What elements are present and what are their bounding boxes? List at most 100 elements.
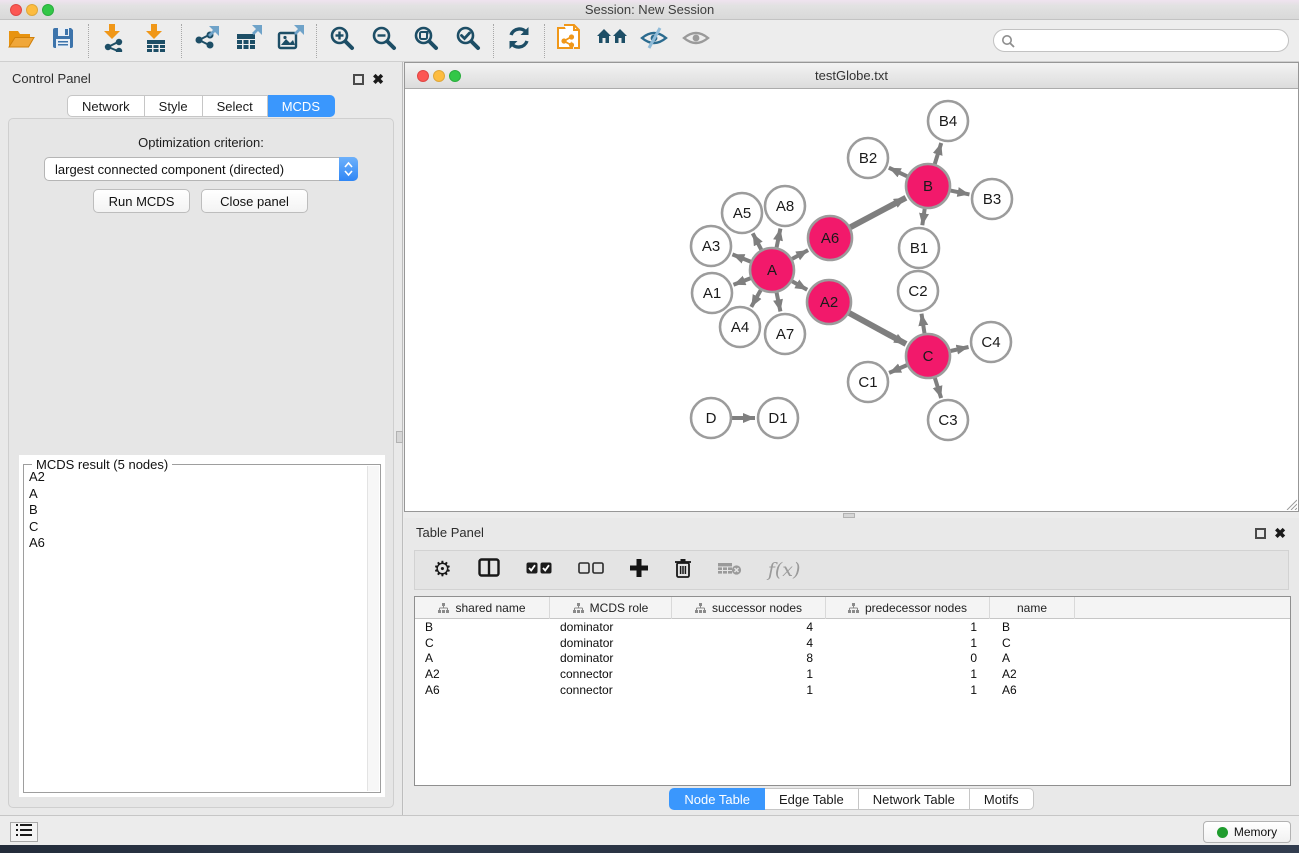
cell-name[interactable]: C bbox=[990, 636, 1075, 650]
cell-MCDS-role[interactable]: dominator bbox=[550, 620, 672, 634]
tab-network[interactable]: Network bbox=[67, 95, 145, 117]
cell-predecessor-nodes[interactable]: 1 bbox=[826, 683, 990, 697]
cell-predecessor-nodes[interactable]: 1 bbox=[826, 636, 990, 650]
zoom-in-button[interactable] bbox=[321, 24, 363, 58]
export-table-button[interactable] bbox=[228, 24, 270, 58]
edge-B-B3[interactable] bbox=[951, 191, 970, 195]
tab-style[interactable]: Style bbox=[145, 95, 203, 117]
table-row[interactable]: Adominator80A bbox=[415, 650, 1290, 666]
mcds-result-item[interactable]: C bbox=[26, 519, 366, 536]
node-C4[interactable]: C4 bbox=[971, 322, 1011, 362]
column-header-predecessor-nodes[interactable]: predecessor nodes bbox=[826, 597, 990, 619]
mcds-result-item[interactable]: B bbox=[26, 502, 366, 519]
edge-C-C3[interactable] bbox=[935, 378, 941, 398]
cell-name[interactable]: B bbox=[990, 620, 1075, 634]
node-A5[interactable]: A5 bbox=[722, 193, 762, 233]
table-row[interactable]: A2connector11A2 bbox=[415, 666, 1290, 682]
node-B3[interactable]: B3 bbox=[972, 179, 1012, 219]
edge-B-B4[interactable] bbox=[935, 143, 941, 164]
cell-MCDS-role[interactable]: dominator bbox=[550, 636, 672, 650]
edge-A2-C[interactable] bbox=[849, 313, 906, 344]
float-panel-icon[interactable] bbox=[353, 74, 364, 85]
refresh-layout-button[interactable] bbox=[498, 24, 540, 58]
cell-MCDS-role[interactable]: connector bbox=[550, 667, 672, 681]
table-row[interactable]: A6connector11A6 bbox=[415, 682, 1290, 698]
edge-B-B2[interactable] bbox=[889, 168, 907, 177]
tab-edge-table[interactable]: Edge Table bbox=[765, 788, 859, 810]
node-A6[interactable]: A6 bbox=[808, 216, 852, 260]
node-B[interactable]: B bbox=[906, 164, 950, 208]
column-header-shared-name[interactable]: shared name bbox=[415, 597, 550, 619]
node-A3[interactable]: A3 bbox=[691, 226, 731, 266]
column-header-successor-nodes[interactable]: successor nodes bbox=[672, 597, 826, 619]
select-all-button[interactable] bbox=[526, 561, 552, 579]
edge-A-A6[interactable] bbox=[792, 250, 808, 259]
network-window-titlebar[interactable]: testGlobe.txt bbox=[405, 63, 1298, 89]
edge-A6-B[interactable] bbox=[850, 198, 906, 228]
task-history-button[interactable] bbox=[10, 822, 38, 842]
search-box[interactable] bbox=[993, 29, 1289, 52]
node-table[interactable]: shared nameMCDS rolesuccessor nodesprede… bbox=[414, 596, 1291, 786]
edge-A-A8[interactable] bbox=[777, 229, 781, 248]
edge-C-C1[interactable] bbox=[889, 365, 907, 373]
cell-successor-nodes[interactable]: 1 bbox=[672, 683, 826, 697]
cell-successor-nodes[interactable]: 8 bbox=[672, 651, 826, 665]
table-settings-button[interactable]: ⚙ bbox=[433, 560, 452, 580]
cell-MCDS-role[interactable]: dominator bbox=[550, 651, 672, 665]
node-D1[interactable]: D1 bbox=[758, 398, 798, 438]
cell-predecessor-nodes[interactable]: 1 bbox=[826, 620, 990, 634]
column-header-name[interactable]: name bbox=[990, 597, 1075, 619]
window-resize-grip[interactable] bbox=[1284, 497, 1297, 510]
float-table-panel-icon[interactable] bbox=[1255, 528, 1266, 539]
cell-name[interactable]: A bbox=[990, 651, 1075, 665]
node-A7[interactable]: A7 bbox=[765, 314, 805, 354]
hide-selected-button[interactable] bbox=[633, 24, 675, 58]
node-C3[interactable]: C3 bbox=[928, 400, 968, 440]
toggle-columns-button[interactable] bbox=[478, 558, 500, 582]
cell-shared-name[interactable]: A bbox=[415, 651, 550, 665]
export-image-button[interactable] bbox=[270, 24, 312, 58]
zoom-fit-button[interactable] bbox=[405, 24, 447, 58]
tab-network-table[interactable]: Network Table bbox=[859, 788, 970, 810]
column-header-MCDS-role[interactable]: MCDS role bbox=[550, 597, 672, 619]
search-input[interactable] bbox=[1015, 31, 1288, 50]
table-row[interactable]: Cdominator41C bbox=[415, 635, 1290, 651]
close-panel-button[interactable]: Close panel bbox=[201, 189, 308, 213]
node-A1[interactable]: A1 bbox=[692, 273, 732, 313]
criterion-dropdown[interactable]: largest connected component (directed) bbox=[44, 157, 358, 181]
cell-shared-name[interactable]: B bbox=[415, 620, 550, 634]
cell-predecessor-nodes[interactable]: 0 bbox=[826, 651, 990, 665]
network-graph-canvas[interactable]: B4B2BB3A8A5A6A3B1AC2A1A2A4A7C4CC1DD1C3 bbox=[405, 89, 1298, 511]
mcds-result-item[interactable]: A6 bbox=[26, 535, 366, 552]
delete-column-button[interactable] bbox=[674, 558, 692, 583]
cell-shared-name[interactable]: A6 bbox=[415, 683, 550, 697]
cell-shared-name[interactable]: A2 bbox=[415, 667, 550, 681]
node-B2[interactable]: B2 bbox=[848, 138, 888, 178]
edge-A-A5[interactable] bbox=[753, 233, 762, 249]
show-all-button[interactable] bbox=[591, 24, 633, 58]
table-row[interactable]: Bdominator41B bbox=[415, 619, 1290, 635]
edge-B-B1[interactable] bbox=[922, 209, 924, 225]
node-A8[interactable]: A8 bbox=[765, 186, 805, 226]
open-file-button[interactable] bbox=[0, 24, 42, 58]
edge-A-A1[interactable] bbox=[733, 278, 750, 285]
zoom-selected-button[interactable] bbox=[447, 24, 489, 58]
node-A4[interactable]: A4 bbox=[720, 307, 760, 347]
mcds-result-list[interactable]: A2ABCA6 bbox=[26, 469, 366, 790]
node-D[interactable]: D bbox=[691, 398, 731, 438]
cell-name[interactable]: A2 bbox=[990, 667, 1075, 681]
cell-successor-nodes[interactable]: 1 bbox=[672, 667, 826, 681]
cell-shared-name[interactable]: C bbox=[415, 636, 550, 650]
vertical-splitter-handle[interactable] bbox=[396, 431, 403, 443]
export-network-button[interactable] bbox=[186, 24, 228, 58]
tab-motifs[interactable]: Motifs bbox=[970, 788, 1034, 810]
close-table-panel-icon[interactable]: ✖ bbox=[1274, 528, 1286, 539]
deselect-all-button[interactable] bbox=[578, 561, 604, 579]
close-panel-icon[interactable]: ✖ bbox=[372, 74, 384, 85]
node-C[interactable]: C bbox=[906, 334, 950, 378]
run-mcds-button[interactable]: Run MCDS bbox=[93, 189, 190, 213]
cell-successor-nodes[interactable]: 4 bbox=[672, 636, 826, 650]
import-table-button[interactable] bbox=[135, 24, 177, 58]
tab-select[interactable]: Select bbox=[203, 95, 268, 117]
save-session-button[interactable] bbox=[42, 24, 84, 58]
